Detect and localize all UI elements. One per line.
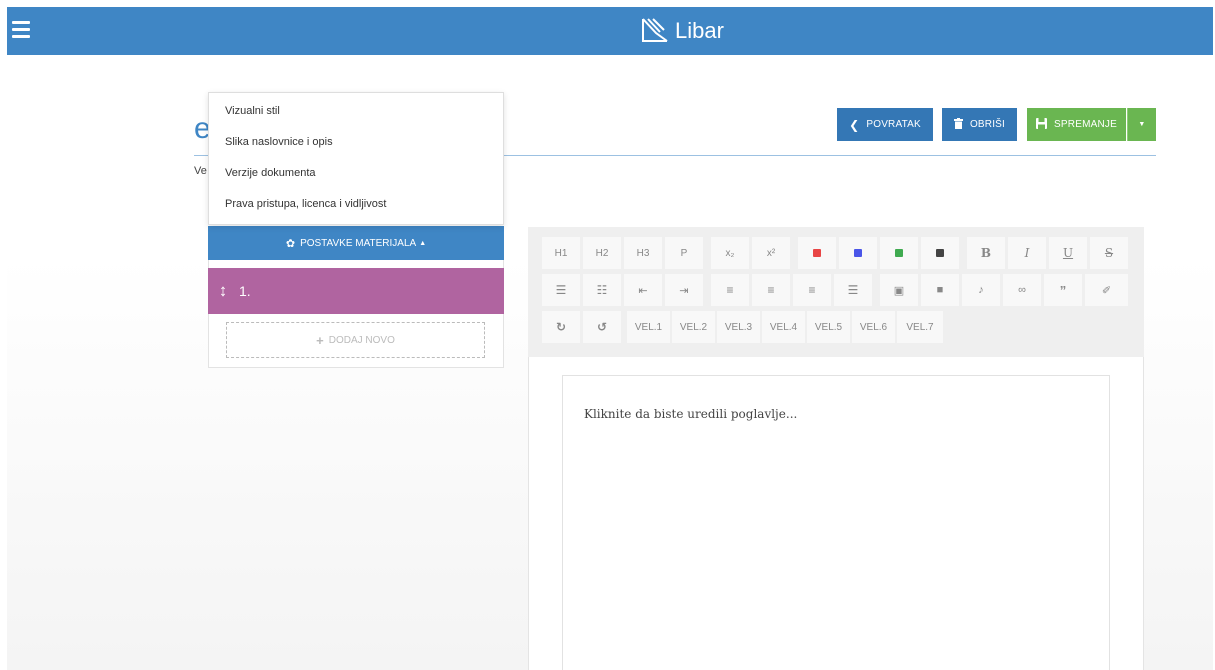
size-1-button[interactable]: VEL.1 (627, 311, 670, 343)
size-2-button[interactable]: VEL.2 (672, 311, 715, 343)
color-blue-button[interactable] (839, 237, 877, 269)
align-justify-icon[interactable]: ☰ (834, 274, 872, 306)
add-new-label: DODAJ NOVO (328, 334, 395, 346)
eraser-icon[interactable]: ✐ (1085, 274, 1128, 306)
caret-up-icon: ▲ (419, 239, 427, 247)
menu-item-document-versions[interactable]: Verzije dokumenta (209, 158, 503, 189)
delete-button[interactable]: OBRIŠI (942, 108, 1017, 141)
delete-button-label: OBRIŠI (969, 119, 1006, 130)
back-button[interactable]: ❮ POVRATAK (837, 108, 933, 141)
heading1-button[interactable]: H1 (542, 237, 580, 269)
menu-item-cover-and-description[interactable]: Slika naslovnice i opis (209, 127, 503, 158)
size-5-button[interactable]: VEL.5 (807, 311, 850, 343)
size-3-button[interactable]: VEL.3 (717, 311, 760, 343)
material-settings-label: POSTAVKE MATERIJALA (300, 237, 417, 249)
numbered-list-icon[interactable]: ☷ (583, 274, 621, 306)
drag-handle-icon[interactable]: ↕ (216, 281, 230, 301)
app-name: Libar (675, 18, 724, 43)
plus-icon: + (316, 332, 324, 348)
heading2-button[interactable]: H2 (583, 237, 621, 269)
caret-down-icon: ▼ (1138, 121, 1146, 128)
book-logo-icon (642, 18, 668, 42)
brand-logo[interactable]: Libar (640, 15, 724, 47)
editor-placeholder: Kliknite da biste uredili poglavlje... (584, 407, 798, 421)
align-right-icon[interactable]: ≡ (793, 274, 831, 306)
page-subtitle: Ve (194, 165, 207, 177)
size-4-button[interactable]: VEL.4 (762, 311, 805, 343)
align-left-icon[interactable]: ≡ (711, 274, 749, 306)
color-green-button[interactable] (880, 237, 918, 269)
video-icon[interactable]: ■ (921, 274, 959, 306)
link-icon[interactable]: ∞ (1003, 274, 1041, 306)
strikethrough-button[interactable]: S (1090, 237, 1128, 269)
paragraph-button[interactable]: P (665, 237, 703, 269)
subscript-button[interactable]: x₂ (711, 237, 749, 269)
chevron-left-icon: ❮ (849, 117, 860, 132)
image-icon[interactable]: ▣ (880, 274, 918, 306)
audio-icon[interactable]: ♪ (962, 274, 1000, 306)
material-settings-toggle[interactable]: ✿ POSTAVKE MATERIJALA ▲ (208, 226, 504, 260)
gear-icon: ✿ (285, 237, 296, 250)
material-settings-menu: Vizualni stil Slika naslovnice i opis Ve… (208, 92, 504, 225)
undo-icon[interactable]: ↺ (583, 311, 621, 343)
align-center-icon[interactable]: ≡ (752, 274, 790, 306)
indent-icon[interactable]: ⇥ (665, 274, 703, 306)
bulleted-list-icon[interactable]: ☰ (542, 274, 580, 306)
quote-icon[interactable]: ” (1044, 274, 1082, 306)
chapter-label: 1. (239, 283, 251, 299)
app-frame: Libar e Ve ❮ POVRATAK OBRIŠI SPREMANJE ▼… (7, 7, 1213, 670)
heading3-button[interactable]: H3 (624, 237, 662, 269)
add-new-chapter-button[interactable]: + DODAJ NOVO (226, 322, 485, 358)
top-navbar: Libar (7, 7, 1213, 55)
editor-toolbar: H1 H2 H3 P x₂ x² B I U S ☰ ☷ ⇤ ⇥ ≡ ≡ ≡ ☰… (528, 227, 1144, 357)
chapter-item[interactable]: ↕ 1. (208, 268, 504, 314)
bold-button[interactable]: B (967, 237, 1005, 269)
trash-icon (953, 117, 963, 132)
menu-item-visual-style[interactable]: Vizualni stil (209, 96, 503, 127)
color-black-button[interactable] (921, 237, 959, 269)
underline-button[interactable]: U (1049, 237, 1087, 269)
size-6-button[interactable]: VEL.6 (852, 311, 895, 343)
back-button-label: POVRATAK (866, 119, 921, 130)
redo-icon[interactable]: ↻ (542, 311, 580, 343)
superscript-button[interactable]: x² (752, 237, 790, 269)
save-options-dropdown-button[interactable]: ▼ (1127, 108, 1156, 141)
size-7-button[interactable]: VEL.7 (897, 311, 943, 343)
hamburger-menu-icon[interactable] (12, 21, 30, 41)
chapter-content-editable[interactable]: Kliknite da biste uredili poglavlje... (562, 375, 1110, 670)
save-button[interactable]: SPREMANJE (1027, 108, 1126, 141)
menu-item-access-license-visibility[interactable]: Prava pristupa, licenca i vidljivost (209, 189, 503, 220)
floppy-disk-icon (1036, 117, 1048, 132)
save-button-label: SPREMANJE (1054, 119, 1117, 130)
outdent-icon[interactable]: ⇤ (624, 274, 662, 306)
color-red-button[interactable] (798, 237, 836, 269)
italic-button[interactable]: I (1008, 237, 1046, 269)
